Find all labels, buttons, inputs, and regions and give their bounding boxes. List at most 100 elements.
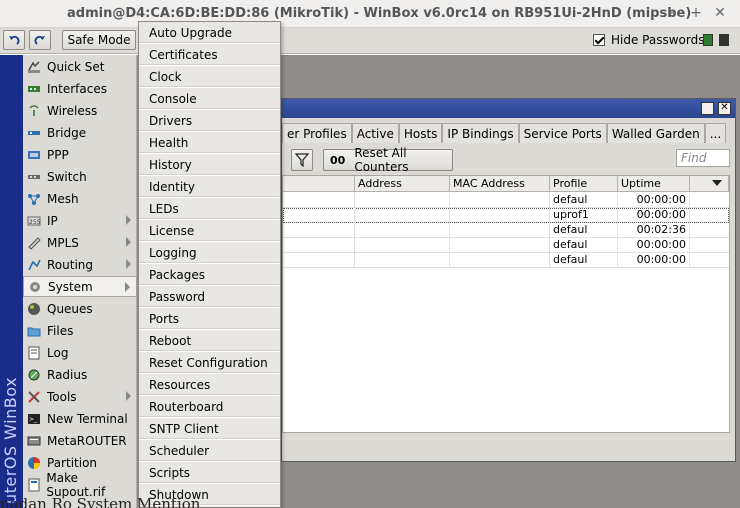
cell-mac-address (450, 253, 550, 268)
close-button[interactable]: ✕ (712, 5, 728, 21)
submenu-item-auto-upgrade[interactable]: Auto Upgrade (139, 22, 280, 44)
menu-item-ip[interactable]: 255 IP (23, 210, 137, 231)
submenu-item-scripts[interactable]: Scripts (139, 462, 280, 484)
tab-hosts[interactable]: Hosts (398, 123, 443, 143)
table-row[interactable]: defaul 00:02:36 (283, 223, 729, 238)
menu-item-label: Quick Set (47, 59, 105, 74)
undo-icon (9, 35, 20, 45)
tab-ip-bindings[interactable]: IP Bindings (442, 123, 519, 143)
menu-item-files[interactable]: Files (23, 320, 137, 341)
submenu-item-license[interactable]: License (139, 220, 280, 242)
tab-walled-garden[interactable]: Walled Garden (606, 123, 705, 143)
window-title: admin@D4:CA:6D:BE:DD:86 (MikroTik) - Win… (67, 6, 692, 21)
menu-item-system[interactable]: System (23, 276, 137, 297)
maximize-button[interactable]: + (688, 5, 704, 21)
menu-item-metarouter[interactable]: MetaROUTER (23, 430, 137, 451)
menu-item-wireless[interactable]: Wireless (23, 100, 137, 121)
hide-passwords-toggle[interactable]: Hide Passwords (593, 33, 704, 47)
title-bar: admin@D4:CA:6D:BE:DD:86 (MikroTik) - Win… (0, 0, 740, 28)
cell-mac-address (450, 238, 550, 253)
system-icon (27, 279, 43, 295)
menu-item-mpls[interactable]: MPLS (23, 232, 137, 253)
submenu-item-reset-configuration[interactable]: Reset Configuration (139, 352, 280, 374)
table-row[interactable]: defaul 00:00:00 (283, 238, 729, 253)
menu-item-label: Bridge (47, 125, 87, 140)
cell-profile: defaul (550, 193, 618, 208)
terminal-icon: >_ (26, 411, 42, 427)
submenu-item-sntp-client[interactable]: SNTP Client (139, 418, 280, 440)
submenu-arrow-icon (126, 237, 131, 247)
submenu-item-reboot[interactable]: Reboot (139, 330, 280, 352)
reset-counters-button[interactable]: 00 Reset All Counters (323, 146, 453, 174)
cell-profile: defaul (550, 253, 618, 268)
column-header-address[interactable]: Address (355, 176, 450, 192)
column-header-name[interactable] (283, 176, 355, 192)
menu-item-interfaces[interactable]: Interfaces (23, 78, 137, 99)
submenu-item-logging[interactable]: Logging (139, 242, 280, 264)
window-maximize-button[interactable] (701, 102, 714, 115)
submenu-arrow-icon (126, 259, 131, 269)
menu-item-switch[interactable]: Switch (23, 166, 137, 187)
find-input[interactable]: Find (676, 149, 730, 167)
menu-item-quick-set[interactable]: Quick Set (23, 56, 137, 77)
system-submenu: Auto Upgrade Certificates Clock Console Driv… (138, 21, 281, 508)
filter-button[interactable] (291, 149, 313, 171)
menu-item-label: MetaROUTER (47, 433, 127, 448)
minimize-button[interactable]: – (665, 5, 681, 21)
tab-service-ports[interactable]: Service Ports (518, 123, 607, 143)
redo-button[interactable] (29, 30, 51, 50)
menu-item-queues[interactable]: Queues (23, 298, 137, 319)
menu-item-label: Partition (47, 455, 98, 470)
submenu-item-health[interactable]: Health (139, 132, 280, 154)
submenu-item-console[interactable]: Console (139, 88, 280, 110)
submenu-item-packages[interactable]: Packages (139, 264, 280, 286)
menu-item-tools[interactable]: Tools (23, 386, 137, 407)
tab-active[interactable]: Active (351, 123, 399, 143)
submenu-arrow-icon (125, 282, 130, 292)
submenu-item-password[interactable]: Password (139, 286, 280, 308)
submenu-item-identity[interactable]: Identity (139, 176, 280, 198)
interfaces-icon (26, 81, 42, 97)
toolbar: Safe Mode Hide Passwords (0, 28, 740, 54)
menu-item-new-terminal[interactable]: >_ New Terminal (23, 408, 137, 429)
undo-button[interactable] (3, 30, 25, 50)
menu-item-log[interactable]: Log (23, 342, 137, 363)
cell-profile: uprof1 (550, 208, 618, 223)
menu-item-mesh[interactable]: Mesh (23, 188, 137, 209)
submenu-item-ports[interactable]: Ports (139, 308, 280, 330)
menu-item-radius[interactable]: Radius (23, 364, 137, 385)
status-icon (719, 34, 729, 46)
column-header-mac-address[interactable]: MAC Address (450, 176, 550, 192)
hide-passwords-checkbox[interactable] (593, 34, 605, 46)
menu-item-bridge[interactable]: Bridge (23, 122, 137, 143)
submenu-item-scheduler[interactable]: Scheduler (139, 440, 280, 462)
cell-mac-address (450, 208, 550, 223)
cell-address (355, 208, 450, 223)
ppp-window-titlebar[interactable] (282, 99, 735, 118)
table-row[interactable]: defaul 00:00:00 (283, 253, 729, 268)
tab-more[interactable]: ... (704, 123, 727, 143)
supout-icon (26, 477, 41, 493)
wireless-icon (26, 103, 42, 119)
submenu-item-drivers[interactable]: Drivers (139, 110, 280, 132)
table-row[interactable]: defaul 00:00:00 (283, 193, 729, 208)
submenu-item-certificates[interactable]: Certificates (139, 44, 280, 66)
svg-text:>_: >_ (29, 416, 38, 423)
window-close-button[interactable]: ✕ (718, 102, 731, 115)
menu-item-ppp[interactable]: PPP (23, 144, 137, 165)
table-row[interactable]: uprof1 00:00:00 (283, 208, 729, 223)
tab-er-profiles[interactable]: er Profiles (282, 123, 352, 143)
menu-item-routing[interactable]: Routing (23, 254, 137, 275)
safe-mode-button[interactable]: Safe Mode (62, 30, 136, 50)
cell-mac-address (450, 223, 550, 238)
column-header-profile[interactable]: Profile (550, 176, 618, 192)
submenu-item-clock[interactable]: Clock (139, 66, 280, 88)
menu-item-make-supout-rif[interactable]: Make Supout.rif (23, 471, 137, 499)
submenu-item-history[interactable]: History (139, 154, 280, 176)
columns-dropdown-button[interactable] (690, 176, 729, 192)
main-menu: Quick Set Interfaces Wireless Bridge PPP Swit… (23, 55, 137, 508)
submenu-item-routerboard[interactable]: Routerboard (139, 396, 280, 418)
submenu-item-leds[interactable]: LEDs (139, 198, 280, 220)
submenu-item-resources[interactable]: Resources (139, 374, 280, 396)
column-header-uptime[interactable]: Uptime (618, 176, 690, 192)
